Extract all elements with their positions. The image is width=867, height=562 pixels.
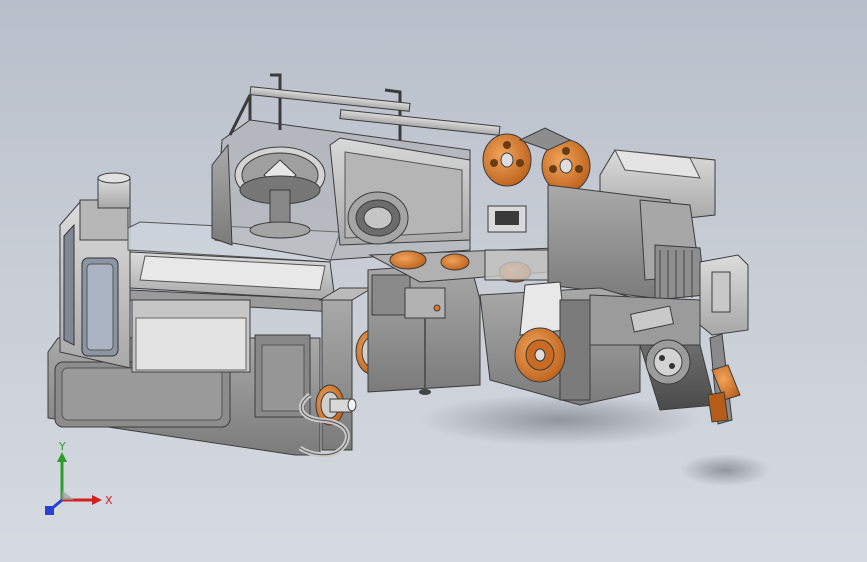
x-axis-label: X [105, 494, 113, 507]
coordinate-triad: Y X [45, 440, 113, 515]
drive-pulley[interactable] [514, 327, 566, 383]
y-axis-label: Y [58, 440, 66, 453]
graphics-viewport[interactable]: Y X [0, 0, 867, 562]
sensor-box-1-screen [495, 211, 519, 225]
left-cabinet[interactable] [59, 172, 131, 369]
ring-mechanism[interactable] [347, 191, 409, 245]
floor-shadow-right [680, 454, 770, 486]
